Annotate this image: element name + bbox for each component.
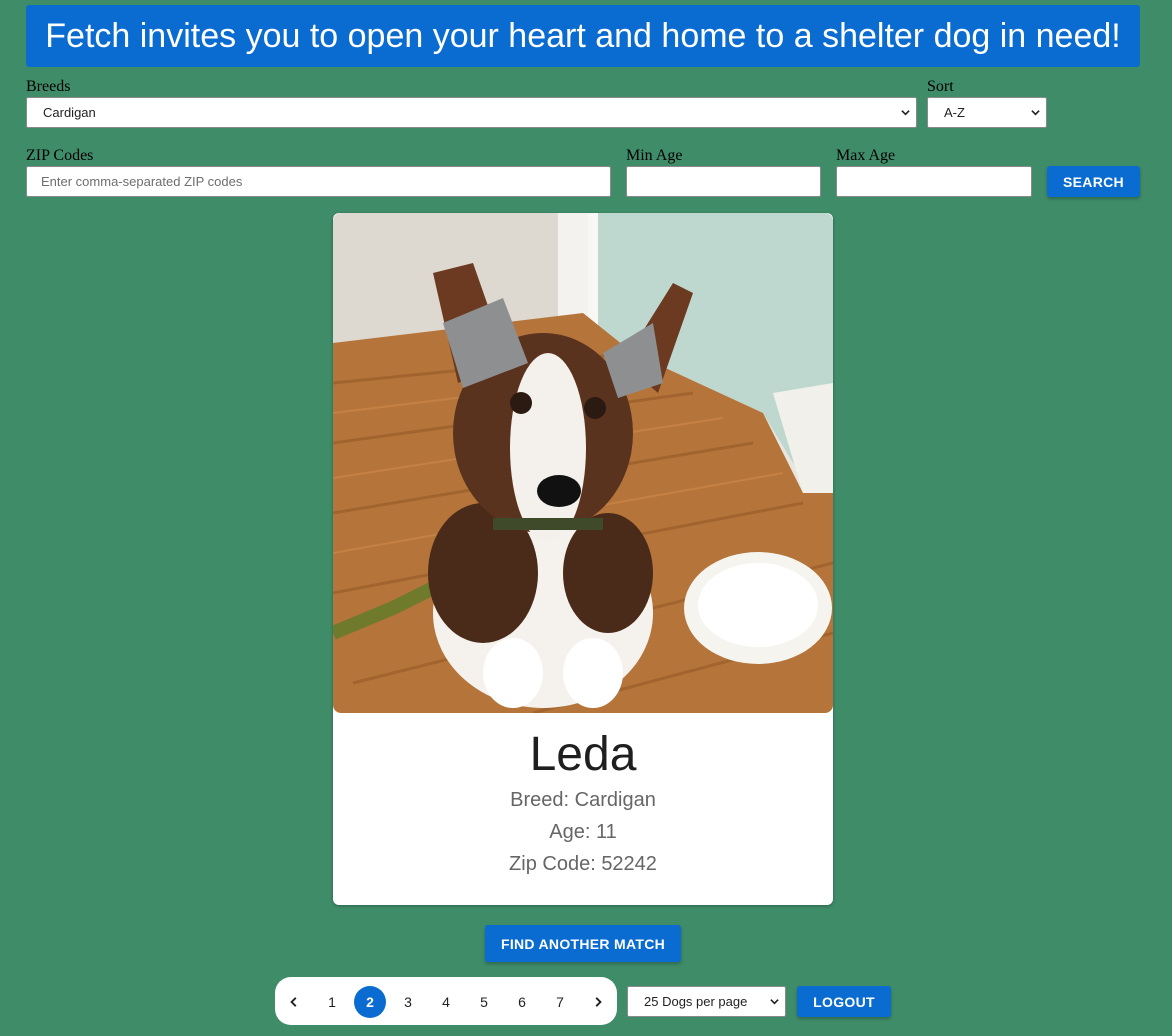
dogs-per-page-value: 25 Dogs per page (644, 994, 748, 1009)
dog-photo (333, 213, 833, 713)
sort-select[interactable]: A-Z (927, 97, 1047, 128)
logout-button[interactable]: LOGOUT (797, 986, 891, 1017)
page-banner: Fetch invites you to open your heart and… (26, 5, 1140, 67)
dog-breed: Breed: Cardigan (510, 789, 656, 811)
chevron-down-icon (901, 110, 910, 116)
chevron-right-icon (595, 997, 602, 1007)
breeds-label: Breeds (26, 78, 71, 95)
sort-label: Sort (927, 78, 954, 95)
page-button-3[interactable]: 3 (392, 986, 424, 1018)
zip-codes-input[interactable]: Enter comma-separated ZIP codes (26, 166, 611, 197)
dog-zip-code: Zip Code: 52242 (509, 853, 657, 875)
search-button[interactable]: SEARCH (1047, 166, 1140, 197)
find-another-match-button[interactable]: FIND ANOTHER MATCH (485, 925, 681, 962)
sort-select-value: A-Z (944, 105, 965, 120)
zip-codes-placeholder: Enter comma-separated ZIP codes (41, 174, 243, 189)
dog-photo-illustration (333, 213, 833, 713)
dog-name: Leda (529, 728, 637, 781)
chevron-down-icon (1031, 110, 1040, 116)
chevron-down-icon (770, 999, 779, 1005)
pagination: 1 2 3 4 5 6 7 (275, 977, 617, 1025)
page-button-4[interactable]: 4 (430, 986, 462, 1018)
chevron-left-icon (290, 997, 297, 1007)
page-button-2[interactable]: 2 (354, 986, 386, 1018)
breeds-select[interactable]: Cardigan (26, 97, 917, 128)
min-age-input[interactable] (626, 166, 821, 197)
breeds-select-value: Cardigan (43, 105, 96, 120)
dog-age: Age: 11 (549, 821, 617, 843)
page-button-6[interactable]: 6 (506, 986, 538, 1018)
page-button-1[interactable]: 1 (316, 986, 348, 1018)
page-button-5[interactable]: 5 (468, 986, 500, 1018)
page-button-7[interactable]: 7 (544, 986, 576, 1018)
dogs-per-page-select[interactable]: 25 Dogs per page (627, 986, 786, 1017)
zip-codes-label: ZIP Codes (26, 147, 94, 164)
max-age-input[interactable] (836, 166, 1032, 197)
max-age-label: Max Age (836, 147, 896, 164)
min-age-label: Min Age (626, 147, 683, 164)
next-page-button[interactable] (582, 986, 614, 1018)
dog-card: Leda Breed: Cardigan Age: 11 Zip Code: 5… (333, 213, 833, 905)
prev-page-button[interactable] (278, 986, 310, 1018)
